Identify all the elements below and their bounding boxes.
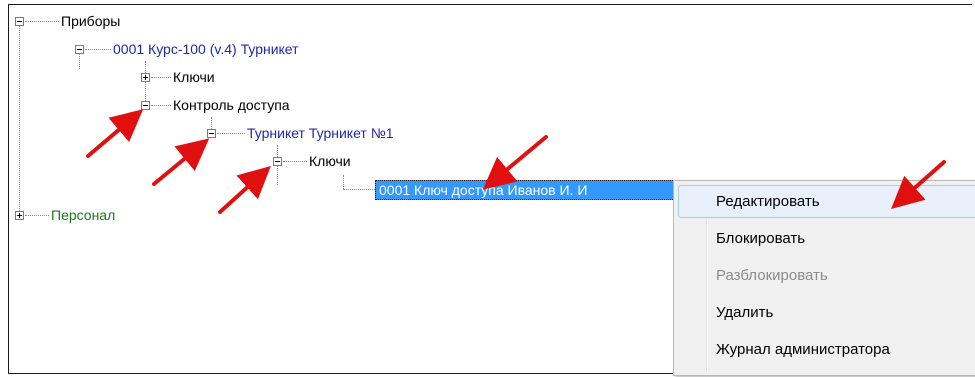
annotation-arrow-icon (891, 160, 946, 209)
annotation-arrow-icon (218, 165, 271, 214)
annotation-arrow-icon (482, 135, 548, 190)
annotation-arrows (86, 109, 946, 214)
annotation-arrow-icon (86, 109, 144, 158)
annotation-arrow-icon (152, 138, 210, 186)
